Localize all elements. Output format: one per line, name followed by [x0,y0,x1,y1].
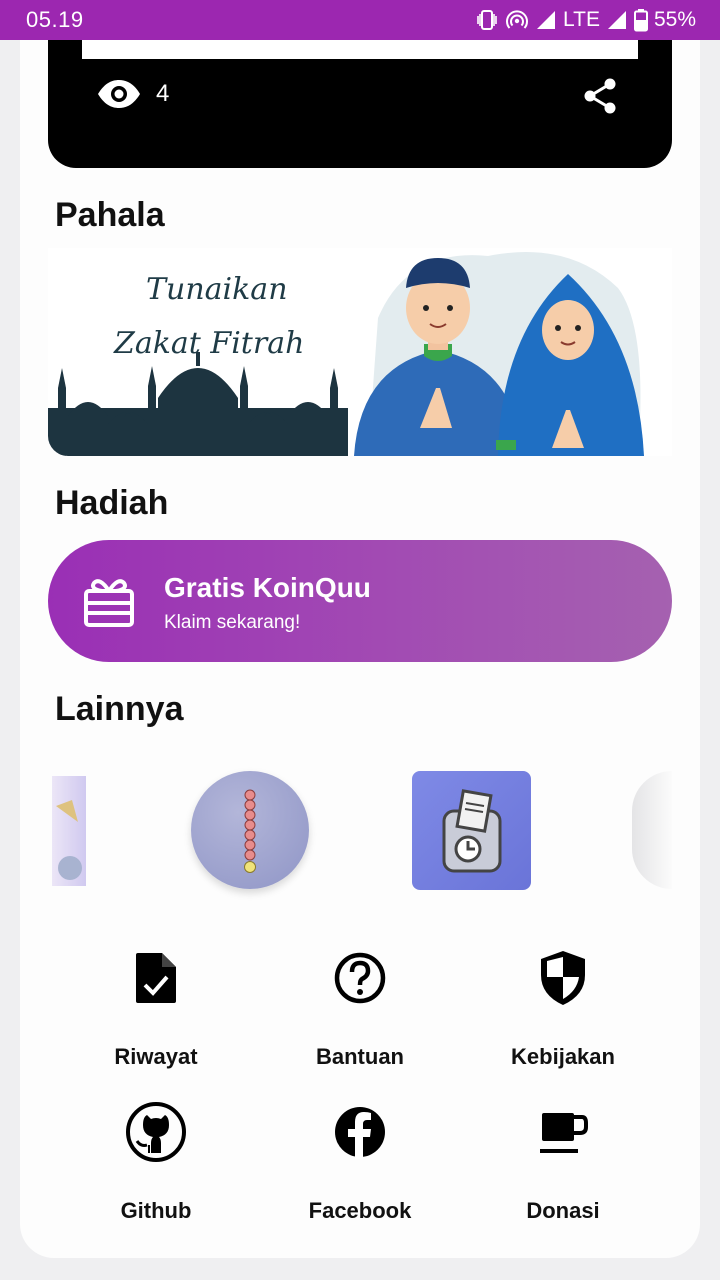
menu-github[interactable]: Github [56,1100,256,1224]
menu-label-github: Github [120,1198,192,1223]
menu-label-kebijakan: Kebijakan [511,1044,615,1069]
view-count: 4 [96,78,169,110]
battery-icon [633,9,648,32]
carousel-app-schedule[interactable] [412,771,531,890]
battery-level: 55% [653,8,696,31]
facebook-icon [328,1100,392,1164]
video-card[interactable]: 4 [48,40,672,168]
status-bar: 05.19 LTE 55% [0,0,720,40]
app-logo-icon [56,800,82,880]
reward-subtitle: Klaim sekarang! [164,612,301,633]
share-button[interactable] [582,78,618,114]
share-icon [584,78,616,114]
signal-icon-2 [607,11,626,29]
shield-icon [531,946,595,1010]
help-circle-icon [328,946,392,1010]
status-time: 05.19 [26,7,84,32]
zakat-banner[interactable]: Tunaikan Zakat Fitrah [48,248,672,456]
menu-label-bantuan: Bantuan [316,1044,404,1069]
view-count-value: 4 [156,80,170,107]
tasbih-icon [244,789,256,873]
clipboard-clock-icon [442,789,502,873]
status-icons: LTE 55% [475,8,696,32]
hotspot-icon [506,10,528,29]
menu-riwayat[interactable]: Riwayat [56,946,256,1070]
menu-label-donasi: Donasi [526,1198,600,1223]
gift-icon [84,579,134,627]
banner-illustration [48,252,644,456]
menu-kebijakan[interactable]: Kebijakan [463,946,663,1070]
coffee-cup-icon [531,1100,595,1164]
carousel-app-tasbih[interactable] [191,771,309,889]
carousel-app-partial-left[interactable] [52,776,86,886]
menu-donasi[interactable]: Donasi [463,1100,663,1224]
reward-title: Gratis KoinQuu [164,572,371,603]
network-type: LTE [563,8,600,31]
eye-icon [98,80,140,108]
menu-label-riwayat: Riwayat [114,1044,198,1069]
vibrate-icon [477,10,497,30]
free-coin-button[interactable]: Gratis KoinQuu Klaim sekarang! [48,540,672,662]
github-icon [124,1100,188,1164]
menu-bantuan[interactable]: Bantuan [260,946,460,1070]
section-title-lainnya: Lainnya [55,690,184,728]
section-title-hadiah: Hadiah [55,484,169,522]
file-check-icon [124,946,188,1010]
menu-label-facebook: Facebook [308,1198,412,1223]
section-title-pahala: Pahala [55,196,165,234]
signal-icon [537,11,555,29]
video-thumbnail[interactable] [82,40,638,59]
menu-facebook[interactable]: Facebook [260,1100,460,1224]
carousel-app-partial-right[interactable] [632,771,672,889]
